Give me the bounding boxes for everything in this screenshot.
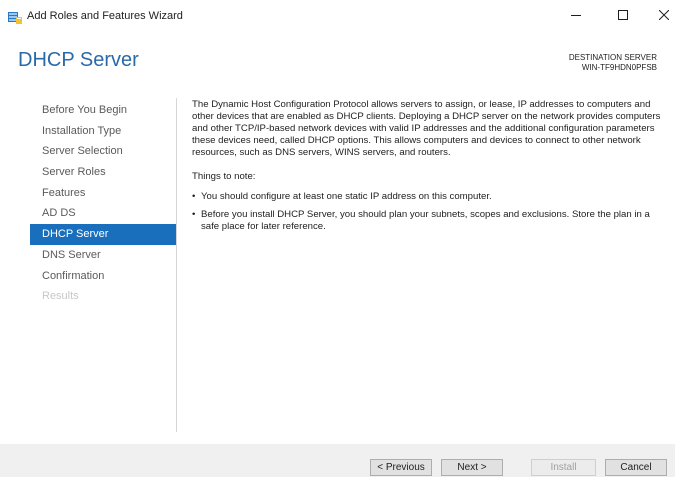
destination-server-label: DESTINATION SERVER [568,53,657,62]
notes-list: • You should configure at least one stat… [192,191,664,233]
page-title: DHCP Server [18,49,139,71]
note-text: Before you install DHCP Server, you shou… [201,209,650,232]
list-item: • You should configure at least one stat… [192,191,664,203]
wizard-window: Add Roles and Features Wizard DHCP Serve… [0,0,675,477]
next-button[interactable]: Next > [441,459,503,476]
nav-item-before-you-begin[interactable]: Before You Begin [30,100,176,121]
nav-item-dhcp-server[interactable]: DHCP Server [30,224,176,245]
server-manager-icon [7,9,23,25]
nav-item-installation-type[interactable]: Installation Type [30,121,176,142]
destination-server-value: WIN-TF9HDN0PFSB [581,63,657,72]
list-item: • Before you install DHCP Server, you sh… [192,209,664,233]
install-button: Install [531,459,596,476]
minimize-icon [571,10,581,20]
minimize-button[interactable] [558,0,594,30]
note-text: You should configure at least one static… [201,191,492,202]
bullet-icon: • [192,209,196,220]
nav-item-ad-ds[interactable]: AD DS [30,203,176,224]
bullet-icon: • [192,191,196,202]
nav-item-confirmation[interactable]: Confirmation [30,266,176,287]
nav-item-results: Results [42,290,79,303]
previous-button[interactable]: < Previous [370,459,432,476]
cancel-button[interactable]: Cancel [605,459,667,476]
window-title: Add Roles and Features Wizard [27,10,183,22]
nav-item-server-selection[interactable]: Server Selection [30,141,176,162]
close-button[interactable] [646,0,675,30]
wizard-steps-nav: Before You Begin Installation Type Serve… [30,100,176,307]
nav-item-dns-server[interactable]: DNS Server [30,245,176,266]
maximize-icon [618,10,628,20]
content-pane: The Dynamic Host Configuration Protocol … [192,99,664,239]
maximize-button[interactable] [605,0,641,30]
nav-item-features[interactable]: Features [30,183,176,204]
notes-heading: Things to note: [192,171,256,182]
nav-divider [176,98,177,432]
intro-paragraph: The Dynamic Host Configuration Protocol … [192,99,661,158]
destination-server: DESTINATION SERVER WIN-TF9HDN0PFSB [569,53,657,73]
close-icon [659,10,669,20]
nav-item-server-roles[interactable]: Server Roles [30,162,176,183]
title-bar[interactable]: Add Roles and Features Wizard [0,0,675,34]
